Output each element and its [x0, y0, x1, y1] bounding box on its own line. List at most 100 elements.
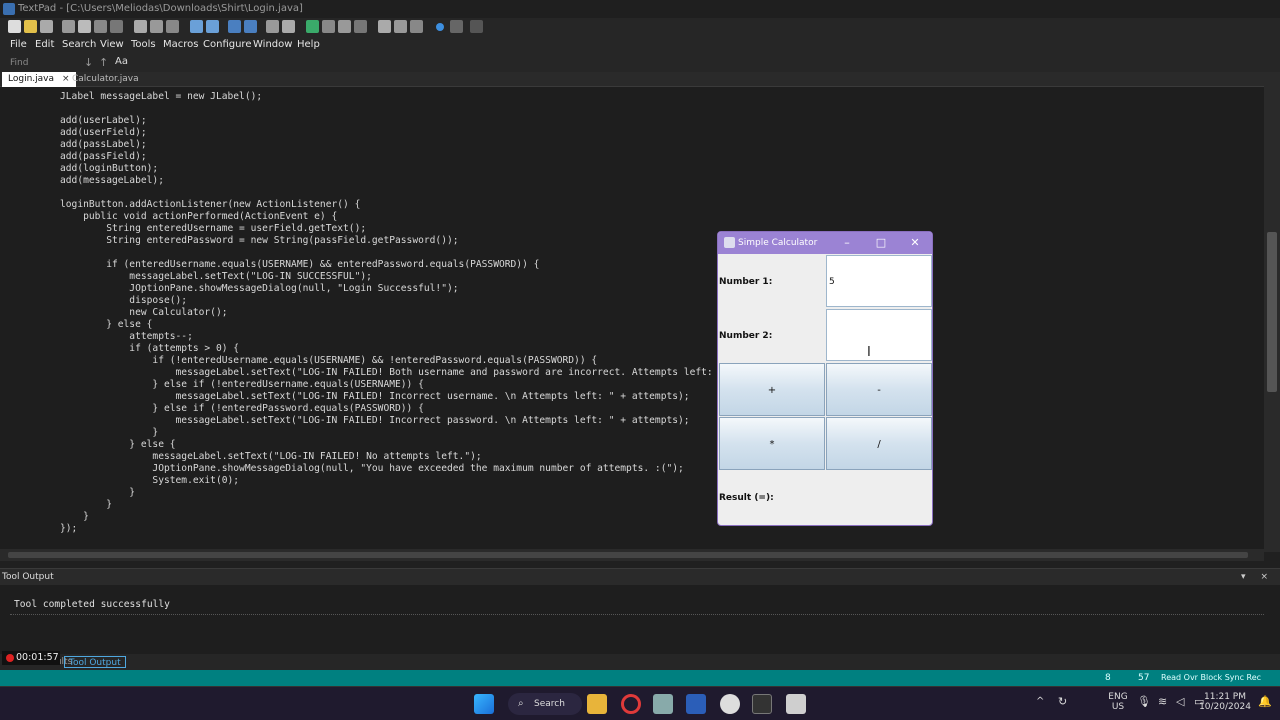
- menu-configure[interactable]: Configure: [203, 39, 251, 50]
- tab-tool-output[interactable]: Tool Output: [64, 656, 126, 668]
- terminal-icon[interactable]: [752, 694, 772, 714]
- code-line[interactable]: loginButton.addActionListener(new Action…: [60, 199, 753, 211]
- taskbar-search[interactable]: ⌕ Search: [508, 693, 582, 715]
- clock[interactable]: 11:21 PM 10/20/2024: [1196, 692, 1254, 712]
- code-line[interactable]: String enteredUsername = userField.getTe…: [60, 223, 753, 235]
- menu-help[interactable]: Help: [297, 39, 320, 50]
- menu-search[interactable]: Search: [62, 39, 96, 50]
- close-icon[interactable]: ✕: [898, 232, 932, 254]
- microphone-icon[interactable]: 🎙: [1137, 695, 1151, 708]
- find-in-files-icon[interactable]: [394, 20, 407, 33]
- compile-icon[interactable]: [306, 20, 319, 33]
- opera-icon[interactable]: [621, 694, 641, 714]
- copy-icon[interactable]: [150, 20, 163, 33]
- code-line[interactable]: add(userLabel);: [60, 115, 753, 127]
- code-line[interactable]: add(loginButton);: [60, 163, 753, 175]
- open-folder-icon[interactable]: [24, 20, 37, 33]
- wifi-icon[interactable]: ≋: [1158, 695, 1167, 708]
- find-icon[interactable]: [378, 20, 391, 33]
- code-line[interactable]: add(messageLabel);: [60, 175, 753, 187]
- print-icon[interactable]: [78, 20, 91, 33]
- code-line[interactable]: add(passLabel);: [60, 139, 753, 151]
- vertical-scrollbar[interactable]: [1264, 72, 1280, 552]
- code-line[interactable]: messageLabel.setText("LOG-IN FAILED! No …: [60, 451, 753, 463]
- number2-field[interactable]: [826, 309, 932, 361]
- code-line[interactable]: if (attempts > 0) {: [60, 343, 753, 355]
- code-line[interactable]: } else if (!enteredPassword.equals(PASSW…: [60, 403, 753, 415]
- find-next-icon[interactable]: ↓: [84, 56, 93, 69]
- code-line[interactable]: System.exit(0);: [60, 475, 753, 487]
- obs-icon[interactable]: [720, 694, 740, 714]
- stop-macro-icon[interactable]: [470, 20, 483, 33]
- undo-icon[interactable]: [190, 20, 203, 33]
- find-incremental-input[interactable]: Find increment...: [4, 56, 78, 82]
- code-line[interactable]: if (enteredUsername.equals(USERNAME) && …: [60, 259, 753, 271]
- file-explorer-icon[interactable]: [587, 694, 607, 714]
- code-line[interactable]: } else if (!enteredUsername.equals(USERN…: [60, 379, 753, 391]
- add-button[interactable]: +: [719, 363, 825, 416]
- save-all-icon[interactable]: [62, 20, 75, 33]
- menu-window[interactable]: Window: [253, 39, 292, 50]
- close-icon[interactable]: ×: [1260, 572, 1274, 582]
- outdent-icon[interactable]: [244, 20, 257, 33]
- spell-check-icon[interactable]: [338, 20, 351, 33]
- code-line[interactable]: add(userField);: [60, 127, 753, 139]
- sync-icon[interactable]: ↻: [1058, 695, 1067, 708]
- code-line[interactable]: JOptionPane.showMessageDialog(null, "Log…: [60, 283, 753, 295]
- menu-edit[interactable]: Edit: [35, 39, 54, 50]
- code-line[interactable]: messageLabel.setText("LOG-IN SUCCESSFUL"…: [60, 271, 753, 283]
- word-icon[interactable]: [686, 694, 706, 714]
- tools-icon[interactable]: [322, 20, 335, 33]
- code-line[interactable]: [60, 247, 753, 259]
- cut-icon[interactable]: [134, 20, 147, 33]
- volume-icon[interactable]: ◁: [1176, 695, 1184, 708]
- code-line[interactable]: }: [60, 427, 753, 439]
- horizontal-scrollbar[interactable]: [0, 549, 1264, 561]
- print-preview-icon[interactable]: [94, 20, 107, 33]
- code-line[interactable]: add(passField);: [60, 151, 753, 163]
- chevron-down-icon[interactable]: ▾: [1241, 572, 1252, 582]
- redo-icon[interactable]: [206, 20, 219, 33]
- number1-field[interactable]: 5: [826, 255, 932, 307]
- code-line[interactable]: });: [60, 523, 753, 535]
- language-indicator[interactable]: ENG US: [1104, 692, 1132, 712]
- code-editor[interactable]: JLabel messageLabel = new JLabel(); add(…: [0, 87, 1264, 549]
- code-line[interactable]: new Calculator();: [60, 307, 753, 319]
- code-line[interactable]: dispose();: [60, 295, 753, 307]
- pause-macro-icon[interactable]: [450, 20, 463, 33]
- code-line[interactable]: attempts--;: [60, 331, 753, 343]
- scrollbar-thumb[interactable]: [1267, 232, 1277, 392]
- code-line[interactable]: messageLabel.setText("LOG-IN FAILED! Bot…: [60, 367, 754, 379]
- save-icon[interactable]: [40, 20, 53, 33]
- pilcrow-icon[interactable]: [282, 20, 295, 33]
- snipping-tool-icon[interactable]: [653, 694, 673, 714]
- minimize-icon[interactable]: –: [830, 232, 864, 254]
- menu-tools[interactable]: Tools: [131, 39, 156, 50]
- code-line[interactable]: public void actionPerformed(ActionEvent …: [60, 211, 753, 223]
- tab-calculator-java[interactable]: Calculator.java: [66, 72, 145, 87]
- paste-icon[interactable]: [166, 20, 179, 33]
- windows-start-icon[interactable]: [474, 694, 494, 714]
- chevron-up-icon[interactable]: ^: [1036, 696, 1044, 707]
- code-line[interactable]: messageLabel.setText("LOG-IN FAILED! Inc…: [60, 415, 753, 427]
- menu-file[interactable]: File: [10, 39, 27, 50]
- indent-icon[interactable]: [228, 20, 241, 33]
- code-line[interactable]: String enteredPassword = new String(pass…: [60, 235, 753, 247]
- match-case-toggle[interactable]: Aa: [115, 56, 128, 67]
- tab-login-java[interactable]: Login.java ×: [2, 72, 76, 87]
- compare-icon[interactable]: [354, 20, 367, 33]
- code-line[interactable]: JLabel messageLabel = new JLabel();: [60, 91, 753, 103]
- subtract-button[interactable]: -: [826, 363, 932, 416]
- fullscreen-icon[interactable]: [110, 20, 123, 33]
- code-content[interactable]: JLabel messageLabel = new JLabel(); add(…: [60, 91, 753, 535]
- new-file-icon[interactable]: [8, 20, 21, 33]
- code-line[interactable]: } else {: [60, 319, 753, 331]
- menu-macros[interactable]: Macros: [163, 39, 198, 50]
- replace-icon[interactable]: [410, 20, 423, 33]
- code-line[interactable]: [60, 187, 753, 199]
- divide-button[interactable]: /: [826, 417, 932, 470]
- code-line[interactable]: if (!enteredUsername.equals(USERNAME) &&…: [60, 355, 753, 367]
- maximize-icon[interactable]: □: [864, 232, 898, 254]
- scrollbar-thumb[interactable]: [8, 552, 1248, 558]
- panel-controls[interactable]: ▾ ×: [1241, 569, 1274, 585]
